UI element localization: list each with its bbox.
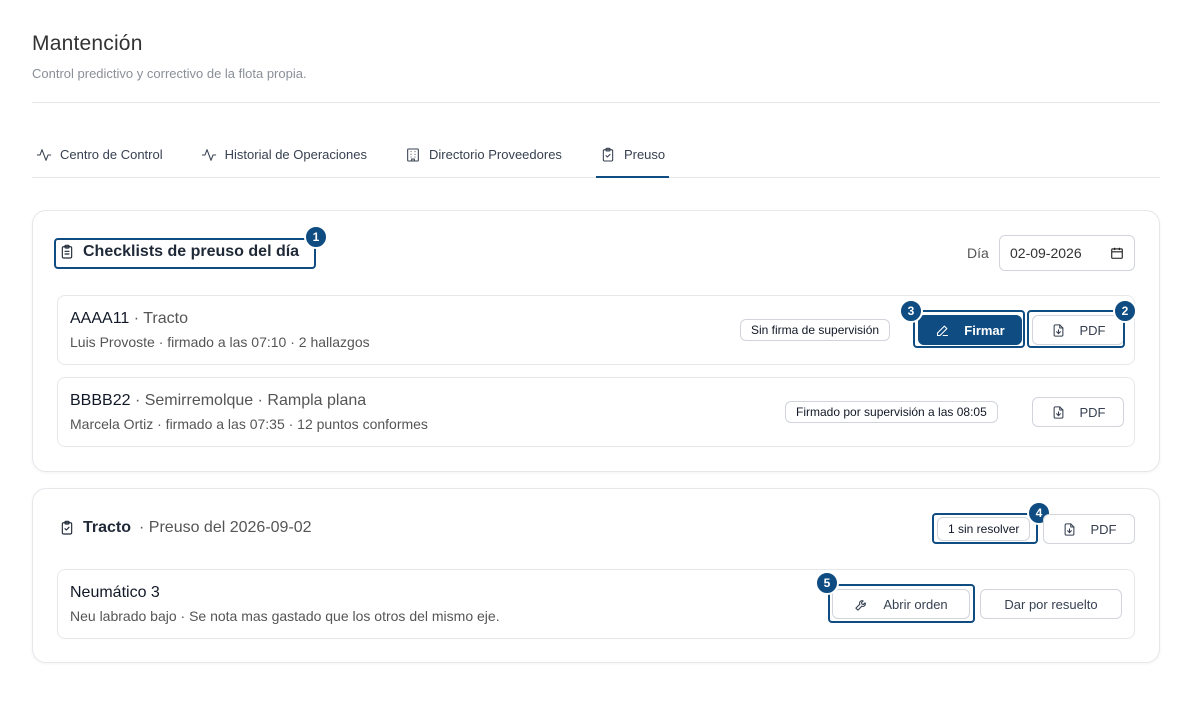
clipboard-check-icon — [61, 520, 73, 535]
day-label: Día — [967, 245, 989, 261]
finding-row[interactable]: Neumático 3 Neu labrado bajo · Se nota m… — [57, 569, 1135, 639]
resolve-button[interactable]: Dar por resuelto — [980, 589, 1122, 619]
calendar-icon[interactable] — [1110, 246, 1124, 260]
status-badge: Firmado por supervisión a las 08:05 — [785, 401, 998, 423]
preuso-detail-card: Tracto · Preuso del 2026-09-02 1 sin res… — [32, 488, 1160, 663]
page-title: Mantención — [32, 32, 143, 55]
checklist-row-subtitle: Marcela Ortiz · firmado a las 07:35 · 12… — [70, 416, 428, 432]
activity-icon — [201, 148, 216, 161]
marker-badge-5: 5 — [815, 571, 839, 595]
tab-directorio-proveedores[interactable]: Directorio Proveedores — [401, 132, 566, 177]
clipboard-list-icon — [61, 244, 73, 259]
checklist-row-title: BBBB22 · Semirremolque · Rampla plana — [70, 392, 366, 410]
header-divider — [32, 102, 1160, 103]
tab-label: Directorio Proveedores — [428, 147, 562, 162]
tab-label: Historial de Operaciones — [224, 147, 367, 162]
marker-badge-1: 1 — [304, 225, 328, 249]
vehicle-type: · Tracto — [133, 310, 188, 327]
detail-title: Tracto · Preuso del 2026-09-02 — [59, 519, 312, 537]
sign-button[interactable]: Firmar — [918, 315, 1022, 345]
clipboard-check-icon — [602, 147, 614, 162]
tab-historial-de-operaciones[interactable]: Historial de Operaciones — [197, 132, 371, 177]
wrench-icon — [855, 599, 867, 611]
pdf-button[interactable]: PDF — [1043, 514, 1135, 544]
vehicle-type: · Semirremolque · Rampla plana — [134, 392, 367, 409]
unresolved-badge: 1 sin resolver — [937, 517, 1031, 541]
day-date-input[interactable]: 02-09-2026 — [999, 235, 1135, 271]
file-download-icon — [1053, 405, 1063, 419]
finding-subtitle: Neu labrado bajo · Se nota mas gastado q… — [70, 608, 500, 624]
file-download-icon — [1064, 522, 1074, 536]
checklist-row-subtitle: Luis Provoste · firmado a las 07:10 · 2 … — [70, 334, 370, 350]
pen-icon — [937, 325, 949, 336]
checklist-row[interactable]: BBBB22 · Semirremolque · Rampla plana Ma… — [57, 377, 1135, 447]
page-subtitle: Control predictivo y correctivo de la fl… — [32, 66, 307, 81]
finding-title: Neumático 3 — [70, 584, 160, 601]
vehicle-plate: AAAA11 — [70, 310, 130, 327]
tab-bar: Centro de Control Historial de Operacion… — [32, 132, 1160, 178]
tab-preuso[interactable]: Preuso — [595, 132, 670, 178]
activity-icon — [36, 148, 52, 161]
checklists-title: Checklists de preuso del día — [59, 243, 299, 261]
marker-badge-2: 2 — [1113, 299, 1137, 323]
vehicle-plate: BBBB22 — [70, 392, 131, 409]
status-badge: Sin firma de supervisión — [740, 319, 891, 341]
checklist-row-title: AAAA11 · Tracto — [70, 310, 188, 328]
page-header: Mantención Control predictivo y correcti… — [32, 32, 1160, 81]
day-date-value: 02-09-2026 — [1010, 245, 1082, 261]
tab-label: Centro de Control — [60, 147, 163, 162]
building-icon — [407, 147, 419, 162]
checklist-row[interactable]: AAAA11 · Tracto Luis Provoste · firmado … — [57, 295, 1135, 365]
marker-badge-3: 3 — [899, 299, 923, 323]
tab-label: Preuso — [623, 147, 666, 162]
detail-subtitle: · Preuso del 2026-09-02 — [139, 519, 312, 536]
tab-centro-de-control[interactable]: Centro de Control — [32, 132, 167, 177]
pdf-button[interactable]: PDF — [1032, 315, 1124, 345]
checklists-card: Checklists de preuso del día 1 Día 02-09… — [32, 210, 1160, 472]
file-download-icon — [1053, 323, 1063, 337]
open-order-button[interactable]: Abrir orden — [832, 589, 970, 619]
pdf-button[interactable]: PDF — [1032, 397, 1124, 427]
